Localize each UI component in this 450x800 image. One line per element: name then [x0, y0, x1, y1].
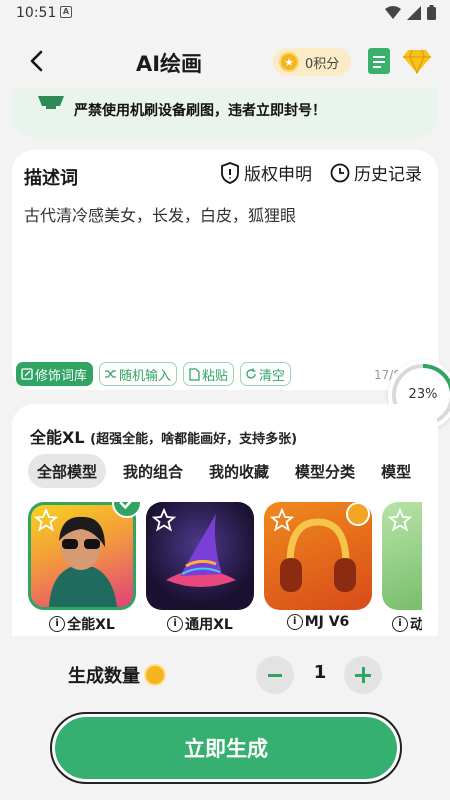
model-name[interactable]: i 全能XL — [28, 614, 136, 634]
model-title: 全能XL (超强全能，啥都能画好，支持多张) — [30, 424, 297, 448]
count-value: 1 — [313, 662, 327, 683]
tag-label: 修饰词库 — [35, 368, 88, 384]
tab-my-favorites[interactable]: 我的收藏 — [200, 454, 278, 488]
tag-label: 粘贴 — [202, 368, 229, 384]
count-row: 生成数量 1 — [0, 650, 450, 700]
signal-icon — [407, 5, 421, 20]
description-card: 描述词 版权申明 历史记录 古代清冷感美女，长发，白皮，狐狸眼 修饰词库 随机输… — [12, 150, 438, 390]
random-input-button[interactable]: 随机输入 — [99, 362, 178, 386]
tab-my-combos[interactable]: 我的组合 — [114, 454, 192, 488]
description-tags: 修饰词库 随机输入 粘贴 清空 — [16, 362, 292, 386]
coin-icon: ★ — [279, 52, 299, 72]
status-time: 10:51 — [16, 5, 57, 21]
history-label: 历史记录 — [354, 165, 422, 185]
clear-button[interactable]: 清空 — [240, 362, 292, 386]
system-icons — [385, 5, 436, 20]
points-badge[interactable]: ★ 0积分 — [273, 48, 351, 76]
copyright-label: 版权申明 — [244, 165, 312, 185]
decrease-button[interactable] — [256, 656, 294, 694]
info-icon: i — [167, 616, 184, 632]
clock-icon — [330, 163, 350, 182]
increase-button[interactable] — [344, 656, 382, 694]
model-name[interactable]: i 动 — [382, 614, 422, 634]
status-bar: 10:51 A — [0, 0, 450, 28]
generate-button-frame: 立即生成 — [50, 712, 402, 784]
notification-icon: A — [60, 6, 72, 18]
edit-icon — [21, 368, 33, 380]
info-icon: i — [49, 616, 66, 632]
diamond-icon[interactable] — [402, 48, 432, 74]
paste-button[interactable]: 粘贴 — [183, 362, 235, 386]
nav-bar: AI绘画 ★ 0积分 — [0, 36, 450, 88]
model-name-label: 动 — [410, 617, 422, 633]
model-title-subtitle: (超强全能，啥都能画好，支持多张) — [90, 432, 298, 447]
model-name[interactable]: i 通用XL — [146, 614, 254, 634]
model-name-label: MJ V6 — [304, 614, 350, 630]
shield-icon — [221, 161, 239, 184]
tag-label: 清空 — [259, 368, 286, 384]
modifier-library-button[interactable]: 修饰词库 — [16, 362, 94, 386]
copyright-button[interactable]: 版权申明 — [220, 160, 312, 185]
star-outline-icon[interactable] — [270, 508, 294, 532]
shuffle-icon — [105, 370, 117, 378]
count-label-text: 生成数量 — [68, 666, 140, 687]
minus-icon — [268, 673, 282, 677]
star-outline-icon[interactable] — [388, 508, 412, 532]
tab-model-categories[interactable]: 模型分类 — [286, 454, 364, 488]
refresh-icon — [246, 368, 256, 379]
star-outline-icon[interactable] — [152, 508, 176, 532]
model-name-label: 通用XL — [185, 617, 233, 633]
battery-icon — [427, 5, 436, 20]
model-list: i 全能XL i 通用XL i MJ V6 i 动 — [28, 502, 422, 636]
model-card: 全能XL (超强全能，啥都能画好，支持多张) 全部模型 我的组合 我的收藏 模型… — [12, 404, 438, 636]
model-name-label: 全能XL — [67, 617, 115, 633]
model-title-name: 全能XL — [30, 428, 85, 447]
paste-icon — [189, 367, 200, 381]
points-label: 0积分 — [305, 56, 340, 72]
history-button[interactable]: 历史记录 — [330, 160, 422, 185]
warning-text: 严禁使用机刷设备刷图，违者立即封号！ — [74, 103, 326, 119]
tab-model-more[interactable]: 模型 — [372, 454, 420, 488]
description-input[interactable]: 古代清冷感美女，长发，白皮，狐狸眼 — [24, 202, 424, 226]
count-label: 生成数量 — [68, 662, 166, 688]
document-icon[interactable] — [368, 48, 390, 74]
featured-star-icon — [346, 502, 370, 526]
generate-button[interactable]: 立即生成 — [55, 717, 397, 779]
wifi-icon — [385, 5, 401, 19]
model-name[interactable]: i MJ V6 — [264, 614, 372, 630]
star-outline-icon[interactable] — [34, 508, 58, 532]
info-icon: i — [286, 614, 303, 630]
description-label: 描述词 — [24, 168, 78, 189]
megaphone-icon — [38, 96, 64, 109]
plus-icon-v — [361, 667, 365, 683]
tab-all-models[interactable]: 全部模型 — [28, 454, 107, 488]
info-icon: i — [392, 616, 408, 632]
vip-coin-icon — [144, 664, 166, 686]
tag-label: 随机输入 — [119, 368, 172, 384]
model-tabs: 全部模型 我的组合 我的收藏 模型分类 模型 — [28, 454, 420, 488]
